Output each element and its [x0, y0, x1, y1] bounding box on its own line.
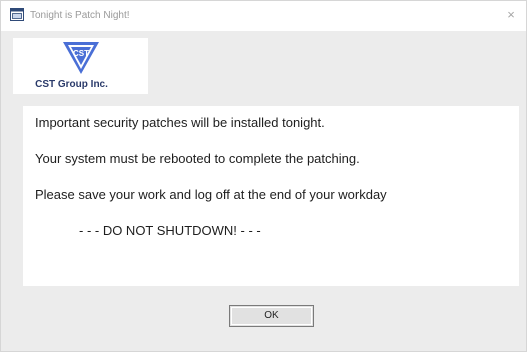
title-bar[interactable]: Tonight is Patch Night! × — [1, 1, 526, 31]
close-button[interactable]: × — [500, 5, 522, 25]
window-title: Tonight is Patch Night! — [30, 10, 130, 21]
company-name: CST Group Inc. — [35, 79, 108, 90]
company-logo: CST CST Group Inc. — [13, 38, 148, 94]
dialog-window-icon — [10, 8, 24, 21]
company-logo-mark: CST — [63, 42, 99, 74]
svg-text:CST: CST — [73, 49, 89, 58]
close-icon: × — [507, 7, 515, 22]
warning-line: - - - DO NOT SHUTDOWN! - - - — [79, 223, 261, 238]
patch-dialog-window: Tonight is Patch Night! × CST CST Group … — [0, 0, 527, 352]
message-panel: Important security patches will be insta… — [23, 106, 519, 286]
ok-button[interactable]: OK — [229, 305, 314, 327]
message-line-1: Important security patches will be insta… — [35, 115, 325, 130]
message-line-3: Please save your work and log off at the… — [35, 187, 387, 202]
message-line-2: Your system must be rebooted to complete… — [35, 151, 360, 166]
